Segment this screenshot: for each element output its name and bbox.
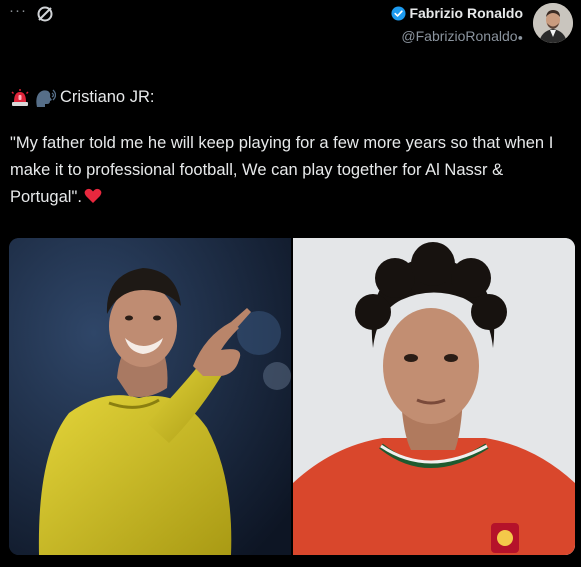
photo-junior-image: [293, 238, 575, 555]
media-grid: [9, 238, 575, 555]
quote-paragraph: "My father told me he will keep playing …: [10, 130, 575, 211]
more-options-icon[interactable]: ···: [9, 2, 27, 19]
post-text: Cristiano JR: "My father told me he will…: [10, 84, 575, 211]
topbar: ··· Fabrizio Ronaldo @FabrizioRonaldo●: [0, 0, 581, 52]
speaking-head-emoji-icon: [36, 89, 56, 107]
siren-emoji-icon: [11, 88, 29, 106]
author-block[interactable]: Fabrizio Ronaldo @FabrizioRonaldo●: [391, 3, 523, 44]
photo-cristiano-image: [9, 238, 291, 555]
handle-suffix-icon: ●: [517, 32, 523, 43]
author-name[interactable]: Fabrizio Ronaldo: [409, 5, 523, 21]
post-header-line: Cristiano JR:: [10, 84, 575, 111]
author-handle[interactable]: @FabrizioRonaldo: [401, 28, 517, 44]
red-heart-icon: [84, 188, 102, 203]
no-sign-icon[interactable]: [36, 5, 54, 23]
speaker-label: Cristiano JR:: [60, 88, 155, 106]
author-handle-row: @FabrizioRonaldo●: [391, 28, 523, 44]
avatar[interactable]: [533, 3, 573, 43]
photo-left[interactable]: [9, 238, 291, 555]
author-name-row: Fabrizio Ronaldo: [391, 3, 523, 23]
photo-right[interactable]: [293, 238, 575, 555]
avatar-image: [533, 3, 573, 43]
verified-badge-icon: [391, 5, 406, 21]
